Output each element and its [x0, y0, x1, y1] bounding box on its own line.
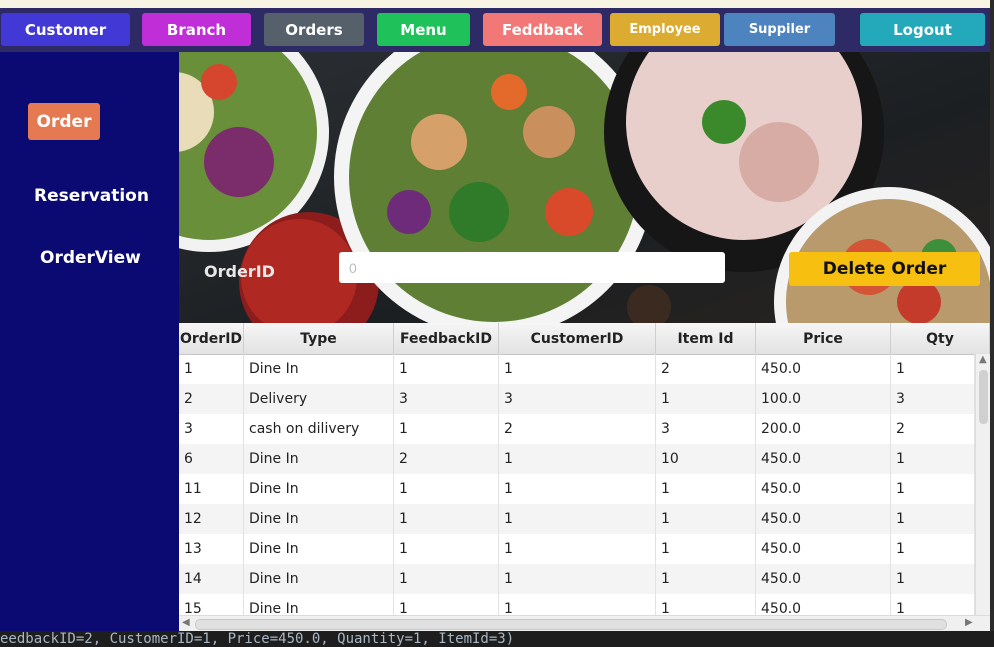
nav-customer-button[interactable]: Customer — [1, 13, 130, 46]
cell-itemid: 1 — [656, 564, 756, 594]
table-header: OrderID Type FeedbackID CustomerID Item … — [179, 323, 990, 355]
horizontal-scroll-thumb[interactable] — [195, 619, 947, 630]
column-header-type[interactable]: Type — [244, 323, 394, 354]
column-header-orderid[interactable]: OrderID — [179, 323, 244, 354]
table-row[interactable]: 12 Dine In 1 1 1 450.0 1 — [179, 504, 975, 534]
cell-type: Dine In — [244, 504, 394, 534]
cell-qty: 1 — [891, 504, 975, 534]
cell-price: 100.0 — [756, 384, 891, 414]
cell-type: Dine In — [244, 564, 394, 594]
cell-itemid: 2 — [656, 354, 756, 384]
cell-price: 200.0 — [756, 414, 891, 444]
cell-itemid: 1 — [656, 504, 756, 534]
nav-employee-button[interactable]: Employee — [610, 13, 720, 46]
cell-feedbackid: 3 — [394, 384, 499, 414]
cell-qty: 2 — [891, 414, 975, 444]
scroll-up-arrow-icon[interactable]: ▲ — [979, 354, 987, 365]
column-header-price[interactable]: Price — [756, 323, 891, 354]
cell-customerid: 1 — [499, 564, 656, 594]
delete-order-button[interactable]: Delete Order — [789, 252, 980, 286]
cell-orderid: 1 — [179, 354, 244, 384]
cell-orderid: 13 — [179, 534, 244, 564]
cell-type: Dine In — [244, 474, 394, 504]
cell-itemid: 10 — [656, 444, 756, 474]
cell-customerid: 3 — [499, 384, 656, 414]
cell-feedbackid: 1 — [394, 504, 499, 534]
sidebar-reservation-button[interactable]: Reservation — [34, 186, 149, 206]
cell-qty: 1 — [891, 564, 975, 594]
cell-type: Dine In — [244, 534, 394, 564]
vertical-scrollbar[interactable]: ▲ — [975, 354, 990, 615]
cell-price: 450.0 — [756, 354, 891, 384]
nav-menu-button[interactable]: Menu — [377, 13, 470, 46]
cell-customerid: 1 — [499, 534, 656, 564]
cell-itemid: 1 — [656, 534, 756, 564]
cell-itemid: 3 — [656, 414, 756, 444]
scroll-right-arrow-icon[interactable]: ▶ — [965, 617, 973, 628]
table-row[interactable]: 11 Dine In 1 1 1 450.0 1 — [179, 474, 975, 504]
nav-branch-button[interactable]: Branch — [142, 13, 251, 46]
table-row[interactable]: 13 Dine In 1 1 1 450.0 1 — [179, 534, 975, 564]
cell-price: 450.0 — [756, 474, 891, 504]
cell-itemid: 1 — [656, 474, 756, 504]
cell-qty: 1 — [891, 534, 975, 564]
cell-customerid: 2 — [499, 414, 656, 444]
table-row[interactable]: 3 cash on dilivery 1 2 3 200.0 2 — [179, 414, 975, 444]
nav-supplier-button[interactable]: Suppiler — [724, 13, 835, 46]
scroll-left-arrow-icon[interactable]: ◀ — [182, 617, 190, 628]
window-top-strip — [0, 0, 994, 8]
column-header-feedbackid[interactable]: FeedbackID — [394, 323, 499, 354]
cell-feedbackid: 1 — [394, 414, 499, 444]
table-row[interactable]: 6 Dine In 2 1 10 450.0 1 — [179, 444, 975, 474]
table-row[interactable]: 1 Dine In 1 1 2 450.0 1 — [179, 354, 975, 384]
cell-qty: 1 — [891, 474, 975, 504]
cell-customerid: 1 — [499, 354, 656, 384]
cell-type: cash on dilivery — [244, 414, 394, 444]
app-window: Customer Branch Orders Menu Feddback Emp… — [0, 8, 990, 631]
nav-feedback-button[interactable]: Feddback — [483, 13, 602, 46]
top-navigation-bar: Customer Branch Orders Menu Feddback Emp… — [0, 8, 990, 52]
cell-qty: 1 — [891, 444, 975, 474]
cell-orderid: 6 — [179, 444, 244, 474]
orders-table[interactable]: OrderID Type FeedbackID CustomerID Item … — [179, 323, 990, 631]
orderid-input[interactable] — [339, 252, 725, 283]
sidebar-orderview-button[interactable]: OrderView — [40, 248, 141, 268]
cell-orderid: 12 — [179, 504, 244, 534]
cell-orderid: 14 — [179, 564, 244, 594]
cell-itemid: 1 — [656, 384, 756, 414]
cell-feedbackid: 1 — [394, 564, 499, 594]
cell-type: Delivery — [244, 384, 394, 414]
cell-type: Dine In — [244, 354, 394, 384]
cell-customerid: 1 — [499, 504, 656, 534]
column-header-customerid[interactable]: CustomerID — [499, 323, 656, 354]
cell-price: 450.0 — [756, 504, 891, 534]
cell-orderid: 3 — [179, 414, 244, 444]
console-output: eedbackID=2, CustomerID=1, Price=450.0, … — [0, 631, 994, 647]
cell-customerid: 1 — [499, 474, 656, 504]
cell-price: 450.0 — [756, 444, 891, 474]
nav-orders-button[interactable]: Orders — [264, 13, 364, 46]
vertical-scroll-thumb[interactable] — [979, 370, 988, 424]
horizontal-scrollbar[interactable]: ◀ ▶ — [179, 615, 990, 631]
nav-logout-button[interactable]: Logout — [860, 13, 985, 46]
orderid-label: OrderID — [204, 262, 275, 281]
window-right-edge — [990, 0, 994, 631]
cell-feedbackid: 1 — [394, 534, 499, 564]
cell-feedbackid: 1 — [394, 354, 499, 384]
cell-qty: 1 — [891, 354, 975, 384]
table-row[interactable]: 14 Dine In 1 1 1 450.0 1 — [179, 564, 975, 594]
cell-qty: 3 — [891, 384, 975, 414]
cell-feedbackid: 1 — [394, 474, 499, 504]
cell-customerid: 1 — [499, 444, 656, 474]
cell-price: 450.0 — [756, 534, 891, 564]
table-row[interactable]: 2 Delivery 3 3 1 100.0 3 — [179, 384, 975, 414]
column-header-qty[interactable]: Qty — [891, 323, 990, 354]
cell-orderid: 2 — [179, 384, 244, 414]
cell-price: 450.0 — [756, 564, 891, 594]
cell-orderid: 11 — [179, 474, 244, 504]
sidebar-order-button[interactable]: Order — [28, 103, 100, 140]
cell-type: Dine In — [244, 444, 394, 474]
column-header-itemid[interactable]: Item Id — [656, 323, 756, 354]
cell-feedbackid: 2 — [394, 444, 499, 474]
